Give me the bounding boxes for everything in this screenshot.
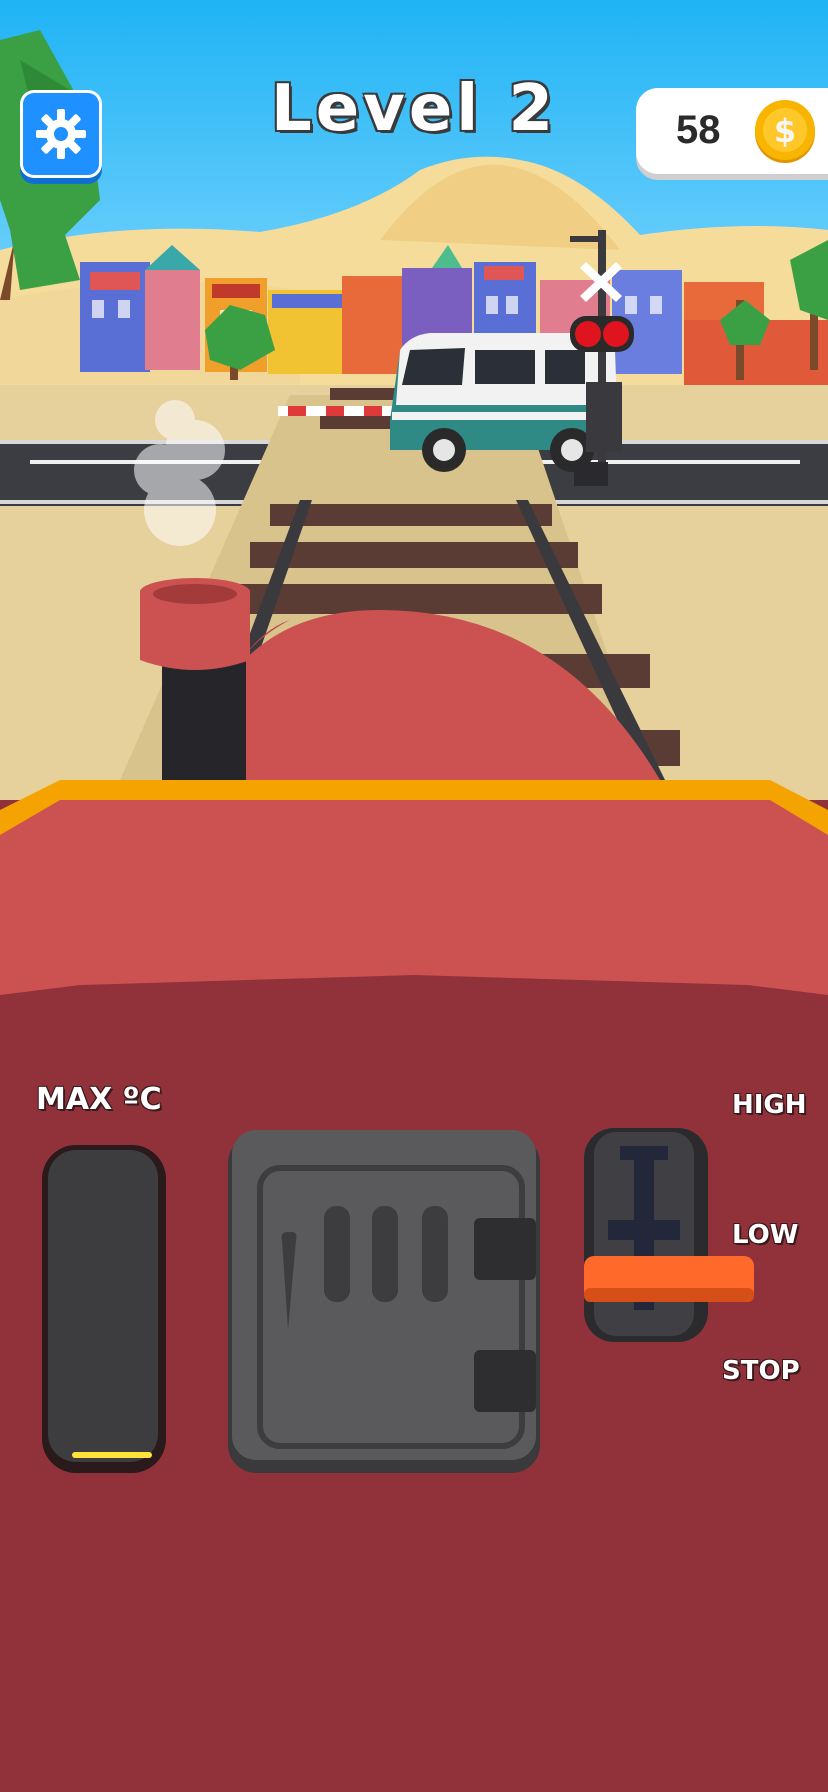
firebox-door[interactable] xyxy=(228,1130,540,1473)
dollar-coin-icon: $ xyxy=(755,100,815,163)
door-hinge-bottom xyxy=(474,1350,536,1412)
temperature-gauge[interactable] xyxy=(42,1145,166,1473)
temperature-label: MAX ºC xyxy=(36,1082,162,1117)
throttle-high-label: HIGH xyxy=(732,1090,807,1120)
game-scene xyxy=(0,0,828,1792)
throttle-low-label: LOW xyxy=(732,1220,799,1250)
coin-count: 58 xyxy=(676,108,721,152)
coin-counter: 58 $ xyxy=(636,88,828,174)
door-hinge-top xyxy=(474,1218,536,1280)
throttle-stop-label: STOP xyxy=(722,1356,800,1386)
temperature-level-indicator xyxy=(72,1452,152,1458)
coin-symbol: $ xyxy=(774,112,796,150)
